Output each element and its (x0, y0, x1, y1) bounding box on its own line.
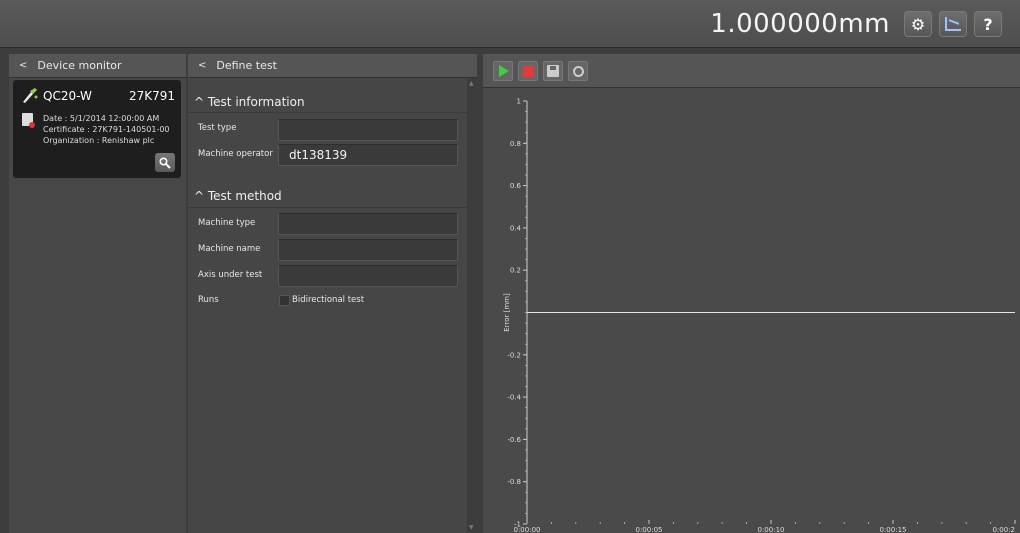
x-tick-label: 0:00:05 (636, 526, 663, 533)
device-serial: 27K791 (128, 89, 175, 103)
save-icon (547, 65, 559, 77)
divider (188, 207, 467, 208)
device-search-button[interactable] (155, 153, 175, 172)
machine-name-input[interactable] (278, 239, 458, 261)
y-tick-label: -0.4 (507, 394, 521, 402)
test-method-section[interactable]: ^ Test method (194, 189, 282, 203)
y-tick-label: -0.8 (507, 478, 521, 486)
search-icon (159, 156, 171, 169)
calibration-date: Date : 5/1/2014 12:00:00 AM (43, 114, 160, 123)
certificate-number: Certificate : 27K791-140501-00 (43, 125, 170, 134)
chart-panel: 1 0.8 0.6 0.4 0.2 -0.2 -0.4 -0.6 -0.8 -1 Error [mm… (483, 54, 1020, 533)
machine-name-label: Machine name (198, 244, 261, 254)
chart-toolbar (483, 54, 1020, 88)
app-window: 1.000000mm ⚙ ? < Device monitor QC20-W 2… (0, 0, 1020, 533)
x-tick-label: 0:00:00 (514, 526, 541, 533)
y-tick-label: -0.2 (507, 351, 521, 359)
play-icon (499, 65, 509, 77)
scroll-up-icon: ▲ (469, 80, 474, 87)
machine-type-input[interactable] (278, 213, 458, 235)
y-axis-title: Error [mm] (503, 293, 511, 332)
gear-icon: ⚙ (910, 14, 926, 34)
chevron-left-icon: < (19, 60, 28, 71)
device-name: QC20-W (43, 89, 92, 103)
chevron-left-icon: < (198, 60, 207, 71)
x-tick-label: 0:00:2 (992, 526, 1015, 533)
y-tick-label: 0.8 (510, 140, 521, 148)
chart-view-button[interactable] (939, 11, 967, 37)
define-test-panel: < Define test ▲ ▼ ^ Test information Tes… (188, 54, 477, 533)
device-monitor-header[interactable]: < Device monitor (9, 54, 186, 78)
bidirectional-test-label: Bidirectional test (292, 295, 365, 305)
define-test-title: Define test (216, 59, 277, 72)
machine-type-label: Machine type (198, 218, 256, 228)
scroll-down-icon: ▼ (469, 524, 474, 531)
device-monitor-panel: < Device monitor QC20-W 27K791 Date : 5/… (9, 54, 186, 533)
y-tick-label: 1 (517, 98, 521, 106)
chart-area[interactable]: 1 0.8 0.6 0.4 0.2 -0.2 -0.4 -0.6 -0.8 -1 Error [mm… (483, 89, 1020, 533)
y-tick-label: 0.2 (510, 267, 521, 275)
bidirectional-test-checkbox[interactable] (279, 295, 290, 306)
define-test-header[interactable]: < Define test (188, 54, 477, 78)
y-tick-label: 0.6 (510, 182, 522, 190)
stop-button[interactable] (518, 61, 538, 81)
test-type-label: Test type (198, 123, 237, 133)
save-button[interactable] (543, 61, 563, 81)
machine-operator-input[interactable]: dt138139 (278, 144, 458, 166)
settings-button[interactable]: ⚙ (904, 11, 932, 37)
start-button[interactable] (493, 61, 513, 81)
axis-under-test-label: Axis under test (198, 270, 263, 280)
device-monitor-title: Device monitor (37, 59, 122, 72)
test-type-input[interactable] (278, 119, 458, 141)
top-bar: 1.000000mm ⚙ ? (0, 0, 1020, 48)
define-test-scrollbar[interactable]: ▲ ▼ (467, 78, 477, 533)
organization: Organization : Renishaw plc (43, 136, 155, 145)
zoom-button[interactable] (568, 61, 588, 81)
position-reading: 1.000000mm (710, 9, 890, 39)
x-tick-label: 0:00:10 (758, 526, 785, 533)
runs-label: Runs (198, 295, 219, 305)
y-tick-label: 0.4 (510, 224, 522, 232)
stop-icon (522, 65, 534, 77)
x-tick-label: 0:00:15 (880, 526, 907, 533)
laser-device-icon (23, 88, 38, 103)
y-tick-label: -0.6 (507, 436, 521, 444)
help-label: ? (983, 14, 993, 34)
help-button[interactable]: ? (974, 11, 1002, 37)
error-chart: 10.80.60.40.2-0.2-0.4-0.6-0.8-1Error [mm… (503, 98, 1016, 533)
divider (188, 112, 467, 113)
machine-operator-label: Machine operator (198, 149, 273, 159)
certificate-icon (22, 113, 35, 128)
device-card[interactable]: QC20-W 27K791 Date : 5/1/2014 12:00:00 A… (13, 80, 181, 178)
zoom-icon (572, 65, 584, 77)
axis-under-test-input[interactable] (278, 265, 458, 287)
chart-icon (945, 17, 961, 31)
test-information-section[interactable]: ^ Test information (194, 95, 305, 109)
